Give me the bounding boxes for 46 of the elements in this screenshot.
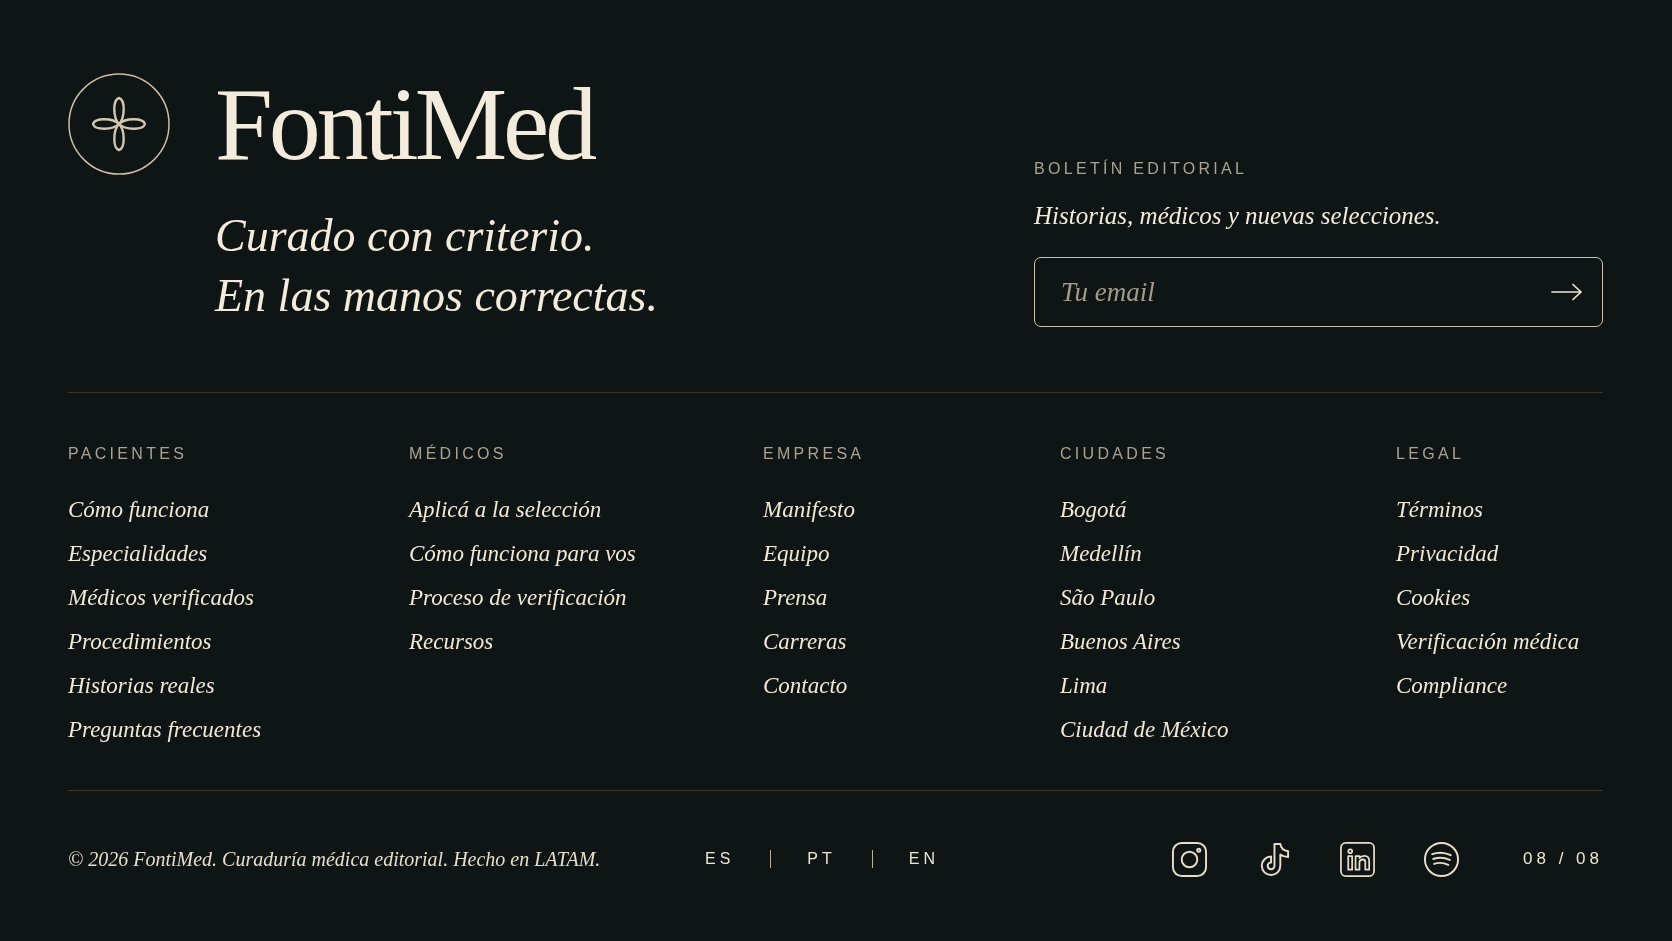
footer-link[interactable]: Médicos verificados bbox=[68, 576, 254, 620]
footer-link[interactable]: Manifesto bbox=[763, 488, 855, 532]
brand-name: FontiMed bbox=[215, 72, 594, 176]
footer-link[interactable]: Recursos bbox=[409, 620, 494, 664]
footer-link[interactable]: Aplicá a la selección bbox=[409, 488, 602, 532]
footer-link[interactable]: Procedimientos bbox=[68, 620, 212, 664]
footer-link[interactable]: Medellín bbox=[1060, 532, 1142, 576]
copyright-text: © 2026 FontiMed. Curaduría médica editorial. Hecho en LATAM. bbox=[68, 847, 601, 871]
footer-link[interactable]: Preguntas frecuentes bbox=[68, 708, 262, 752]
footer-link[interactable]: Equipo bbox=[763, 532, 830, 576]
column-heading: EMPRESA bbox=[763, 444, 865, 464]
page-counter: 08 / 08 bbox=[1523, 849, 1603, 869]
newsletter-description: Historias, médicos y nuevas selecciones. bbox=[1034, 201, 1442, 231]
newsletter-heading: BOLETÍN EDITORIAL bbox=[1034, 159, 1248, 179]
language-option[interactable]: PT bbox=[807, 849, 836, 869]
column-heading: MÉDICOS bbox=[409, 444, 507, 464]
camera-icon[interactable] bbox=[1171, 840, 1208, 878]
footer-link[interactable]: Privacidad bbox=[1396, 532, 1499, 576]
footer-link[interactable]: Cómo funciona para vos bbox=[409, 532, 636, 576]
footer-link[interactable]: Contacto bbox=[763, 664, 848, 708]
footer-link[interactable]: Especialidades bbox=[68, 532, 208, 576]
language-option[interactable]: ES bbox=[705, 849, 735, 869]
footer-link[interactable]: Proceso de verificación bbox=[409, 576, 627, 620]
footer-link[interactable]: Carreras bbox=[763, 620, 847, 664]
footer-link[interactable]: Términos bbox=[1396, 488, 1483, 532]
in-square-icon[interactable] bbox=[1339, 840, 1376, 878]
footer-link[interactable]: Ciudad de México bbox=[1060, 708, 1229, 752]
language-option[interactable]: EN bbox=[908, 849, 940, 869]
footer-link[interactable]: Cookies bbox=[1396, 576, 1471, 620]
flower-logo-icon bbox=[68, 73, 170, 175]
footer-link[interactable]: Bogotá bbox=[1060, 488, 1127, 532]
footer-link[interactable]: Verificación médica bbox=[1396, 620, 1580, 664]
footer-link[interactable]: Cómo funciona bbox=[68, 488, 210, 532]
circle-arcs-icon[interactable] bbox=[1423, 840, 1460, 878]
footer-link[interactable]: São Paulo bbox=[1060, 576, 1156, 620]
email-field[interactable]: Tu email bbox=[1034, 257, 1603, 327]
column-heading: PACIENTES bbox=[68, 444, 188, 464]
footer-link[interactable]: Compliance bbox=[1396, 664, 1508, 708]
footer-link[interactable]: Prensa bbox=[763, 576, 828, 620]
arrow-right-icon[interactable] bbox=[1551, 283, 1583, 301]
column-heading: CIUDADES bbox=[1060, 444, 1170, 464]
tagline: Curado con criterio. En las manos correctas. bbox=[215, 209, 658, 323]
column-heading: LEGAL bbox=[1396, 444, 1465, 464]
footer-link[interactable]: Buenos Aires bbox=[1060, 620, 1181, 664]
footer-link[interactable]: Lima bbox=[1060, 664, 1108, 708]
footer-link[interactable]: Historias reales bbox=[68, 664, 215, 708]
